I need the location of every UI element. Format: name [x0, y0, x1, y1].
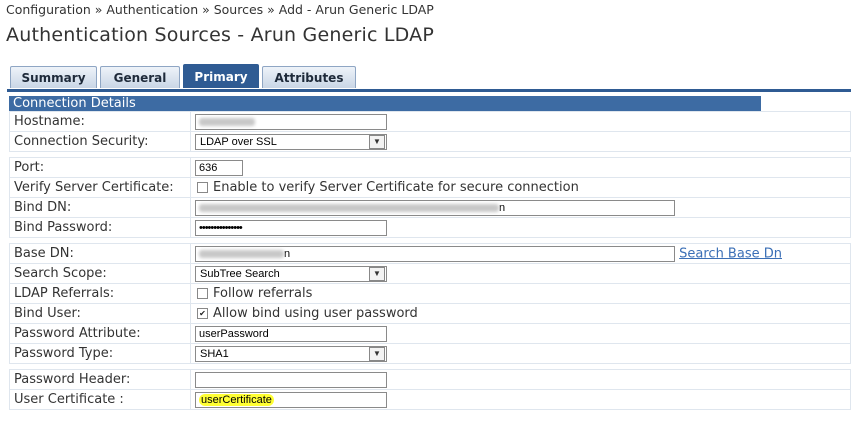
verify-cert-label: Verify Server Certificate: — [9, 177, 191, 198]
password-header-input[interactable] — [195, 371, 387, 388]
port-input[interactable]: 636 — [195, 159, 243, 176]
row-password-type: Password Type: SHA1 ▼ — [9, 343, 851, 364]
password-type-label: Password Type: — [9, 343, 191, 364]
user-certificate-label: User Certificate : — [9, 389, 191, 410]
port-label: Port: — [9, 157, 191, 178]
search-base-dn-link[interactable]: Search Base Dn — [679, 246, 782, 261]
hostname-label: Hostname: — [9, 111, 191, 132]
tab-attributes[interactable]: Attributes — [262, 66, 356, 88]
password-attribute-input[interactable]: userPassword — [195, 325, 387, 342]
chevron-down-icon: ▼ — [369, 346, 385, 361]
redacted-value — [199, 249, 284, 258]
row-connection-security: Connection Security: LDAP over SSL ▼ — [9, 131, 851, 152]
bind-dn-label: Bind DN: — [9, 197, 191, 218]
bind-user-checkbox[interactable]: ✔ — [197, 308, 208, 319]
row-bind-user: Bind User: ✔ Allow bind using user passwo… — [9, 303, 851, 324]
row-user-certificate: User Certificate : userCertificate — [9, 389, 851, 410]
bind-password-label: Bind Password: — [9, 217, 191, 238]
hostname-input[interactable] — [195, 113, 387, 130]
row-bind-password: Bind Password: ••••••••••••••• — [9, 217, 851, 238]
search-scope-select[interactable]: SubTree Search ▼ — [195, 265, 387, 282]
connection-form: Hostname: Connection Security: LDAP over… — [9, 111, 851, 410]
row-port: Port: 636 — [9, 157, 851, 178]
row-base-dn: Base DN: n Search Base Dn — [9, 243, 851, 264]
chevron-down-icon: ▼ — [369, 134, 385, 149]
row-hostname: Hostname: — [9, 111, 851, 132]
row-verify-cert: Verify Server Certificate: Enable to ver… — [9, 177, 851, 198]
search-scope-label: Search Scope: — [9, 263, 191, 284]
password-type-select[interactable]: SHA1 ▼ — [195, 345, 387, 362]
row-password-attribute: Password Attribute: userPassword — [9, 323, 851, 344]
tab-primary[interactable]: Primary — [183, 64, 259, 88]
user-certificate-input[interactable]: userCertificate — [195, 391, 387, 408]
bind-dn-input[interactable]: n — [195, 199, 675, 216]
password-attribute-label: Password Attribute: — [9, 323, 191, 344]
verify-cert-checkbox[interactable] — [197, 182, 208, 193]
chevron-down-icon: ▼ — [369, 266, 385, 281]
bind-password-input[interactable]: ••••••••••••••• — [195, 219, 387, 236]
user-certificate-value: userCertificate — [199, 393, 274, 406]
bind-user-checkbox-label: Allow bind using user password — [213, 306, 418, 321]
row-ldap-referrals: LDAP Referrals: Follow referrals — [9, 283, 851, 304]
follow-referrals-checkbox[interactable] — [197, 288, 208, 299]
tab-bar: Summary General Primary Attributes — [10, 64, 359, 90]
verify-cert-checkbox-label: Enable to verify Server Certificate for … — [213, 180, 579, 195]
redacted-value — [199, 203, 499, 212]
tab-general[interactable]: General — [100, 66, 180, 88]
row-search-scope: Search Scope: SubTree Search ▼ — [9, 263, 851, 284]
base-dn-label: Base DN: — [9, 243, 191, 264]
row-password-header: Password Header: — [9, 369, 851, 390]
ldap-referrals-label: LDAP Referrals: — [9, 283, 191, 304]
check-icon: ✔ — [199, 309, 206, 318]
connection-security-select[interactable]: LDAP over SSL ▼ — [195, 133, 387, 150]
page-title: Authentication Sources - Arun Generic LD… — [6, 24, 434, 46]
password-header-label: Password Header: — [9, 369, 191, 390]
connection-security-label: Connection Security: — [9, 131, 191, 152]
row-bind-dn: Bind DN: n — [9, 197, 851, 218]
follow-referrals-label: Follow referrals — [213, 286, 313, 301]
redacted-value — [199, 117, 255, 126]
bind-user-label: Bind User: — [9, 303, 191, 324]
breadcrumb: Configuration » Authentication » Sources… — [6, 2, 434, 17]
base-dn-input[interactable]: n — [195, 245, 675, 262]
tab-underline — [7, 89, 851, 92]
tab-summary[interactable]: Summary — [10, 66, 97, 88]
section-header: Connection Details — [9, 96, 761, 111]
